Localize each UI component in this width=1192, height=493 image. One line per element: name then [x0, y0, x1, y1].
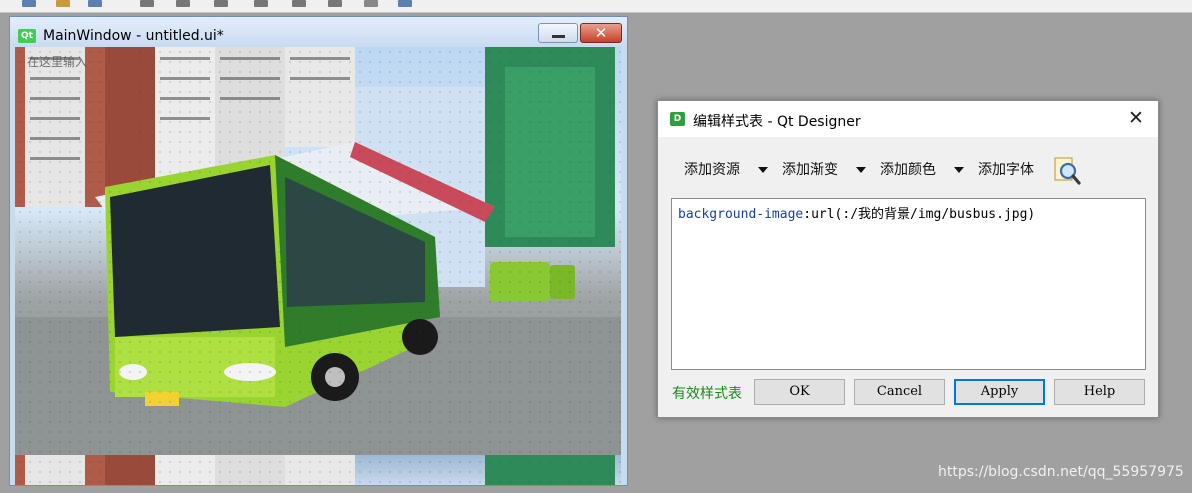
add-font-button[interactable]: 添加字体 [978, 159, 1034, 179]
css-property: background-image [678, 207, 804, 222]
css-colon: : [803, 207, 812, 222]
toolbar-preview-icon[interactable] [398, 0, 412, 7]
close-icon: ✕ [594, 24, 608, 42]
edit-stylesheet-dialog: D 编辑样式表 - Qt Designer ✕ 添加资源 添加渐变 添加颜色 添… [657, 100, 1159, 418]
form-canvas[interactable]: 在这里输入 [15, 47, 621, 485]
menubar-placeholder[interactable]: 在这里输入 [27, 53, 87, 70]
ok-button[interactable]: OK [754, 379, 845, 405]
main-window-title: MainWindow - untitled.ui* [43, 28, 224, 44]
minimize-button[interactable] [538, 23, 578, 43]
toolbar-layout-icon[interactable] [292, 0, 306, 7]
help-button[interactable]: Help [1054, 379, 1145, 405]
main-window-titlebar[interactable]: Qt MainWindow - untitled.ui* ✕ [10, 17, 627, 47]
minimize-icon [552, 35, 565, 38]
toolbar-file-icon[interactable] [22, 0, 36, 7]
toolbar-layout-icon[interactable] [176, 0, 190, 7]
toolbar-layout-icon[interactable] [254, 0, 268, 7]
find-icon [1054, 157, 1081, 185]
main-window: Qt MainWindow - untitled.ui* ✕ 在这里输入 [9, 16, 628, 486]
qt-logo-icon: Qt [18, 29, 36, 43]
toolbar-break-icon[interactable] [364, 0, 378, 7]
toolbar-layout-icon[interactable] [328, 0, 342, 7]
toolbar-layout-icon[interactable] [214, 0, 228, 7]
dialog-titlebar[interactable]: D 编辑样式表 - Qt Designer ✕ [658, 101, 1158, 137]
dialog-close-button[interactable]: ✕ [1128, 107, 1144, 129]
close-icon: ✕ [1128, 107, 1144, 129]
toolbar-widget-icon[interactable] [88, 0, 102, 7]
watermark-url: https://blog.csdn.net/qq_55957975 [938, 464, 1184, 480]
css-value: url(:/我的背景/img/busbus.jpg) [811, 207, 1036, 222]
stylesheet-valid-status: 有效样式表 [672, 386, 742, 402]
cancel-button[interactable]: Cancel [854, 379, 945, 405]
add-gradient-button[interactable]: 添加渐变 [782, 159, 838, 179]
designer-logo-icon: D [670, 112, 685, 126]
toolbar-edit-icon[interactable] [56, 0, 70, 7]
add-color-dropdown-arrow-icon[interactable] [954, 167, 964, 173]
stylesheet-toolbar: 添加资源 添加渐变 添加颜色 添加字体 [670, 157, 1150, 185]
close-button[interactable]: ✕ [580, 23, 622, 43]
designer-top-toolbar [0, 0, 1192, 13]
stylesheet-editor[interactable]: background-image:url(:/我的背景/img/busbus.j… [671, 198, 1146, 370]
designer-grid [15, 47, 621, 485]
dialog-title: 编辑样式表 - Qt Designer [693, 114, 861, 130]
add-gradient-dropdown-arrow-icon[interactable] [856, 167, 866, 173]
toolbar-layout-icon[interactable] [140, 0, 154, 7]
add-color-button[interactable]: 添加颜色 [880, 159, 936, 179]
add-resource-dropdown-arrow-icon[interactable] [758, 167, 768, 173]
add-resource-button[interactable]: 添加资源 [684, 159, 740, 179]
apply-button[interactable]: Apply [954, 379, 1045, 405]
find-button[interactable] [1053, 157, 1081, 185]
